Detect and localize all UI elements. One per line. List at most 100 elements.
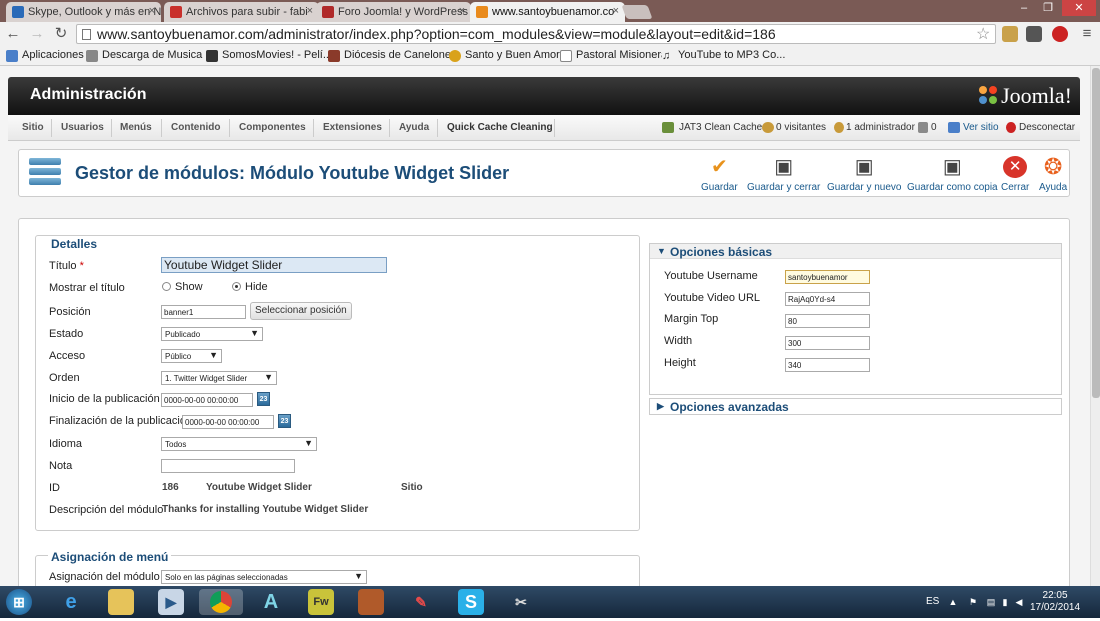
youtube-username-input[interactable]: santoybuenamor [785,270,870,284]
order-select[interactable]: 1. Twitter Widget Slider ▼ [161,371,277,385]
new-tab-button[interactable] [621,5,653,19]
calendar-icon[interactable]: 23 [278,414,291,428]
internet-explorer-icon[interactable]: e [58,589,84,615]
bookmark-star-icon[interactable]: ☆ [976,24,990,44]
save-close-button[interactable]: ▣ Guardar y cerrar [747,156,820,193]
close-button[interactable]: ✕ Cerrar [1001,156,1029,193]
menu-quick-cache-cleaning[interactable]: Quick Cache Cleaning [445,122,555,133]
vertical-scrollbar[interactable] [1090,66,1100,586]
maximize-icon[interactable]: ❐ [1036,0,1060,16]
help-button[interactable]: ❂ Ayuda [1039,156,1067,194]
clean-cache-link[interactable]: JAT3 Clean Cache [662,122,762,133]
messages-count[interactable]: 0 [918,122,937,133]
fireworks-icon[interactable]: Fw [308,589,334,615]
menu-icon[interactable]: ≡ [1078,25,1096,43]
apps-icon [6,50,18,62]
close-icon[interactable]: × [613,5,619,17]
calendar-icon[interactable]: 23 [257,392,270,406]
view-site-link[interactable]: Ver sitio [948,122,999,133]
width-input[interactable]: 300 [785,336,870,350]
save-button[interactable]: ✔ Guardar [701,156,738,193]
app-icon[interactable] [358,589,384,615]
bookmark-apps[interactable]: Aplicaciones [6,49,84,62]
module-assignment-select[interactable]: Solo en las páginas seleccionadas ▼ [161,570,367,584]
height-input[interactable]: 340 [785,358,870,372]
menu-componentes[interactable]: Componentes [237,122,308,133]
tab-santoybuenamor[interactable]: www.santoybuenamor.co × [470,2,625,22]
tab-forum[interactable]: Foro Joomla! y WordPress × [316,2,471,22]
flag-icon[interactable]: ⚑ [968,597,978,607]
forward-icon[interactable]: → [28,25,46,43]
width-label: Width [664,335,693,347]
youtube-video-url-input[interactable]: RajAq0Yd-s4 [785,292,870,306]
skype-icon[interactable]: S [458,589,484,615]
id-value: 186 [162,482,179,493]
show-title-show-radio[interactable]: Show [162,281,203,293]
menu-sitio[interactable]: Sitio [20,122,46,133]
page: Administración Joomla! Sitio Usuarios Me… [0,66,1100,615]
file-explorer-icon[interactable] [108,589,134,615]
signal-icon[interactable]: ▮ [1000,597,1010,607]
page-icon [560,50,572,62]
state-select[interactable]: Publicado ▼ [161,327,263,341]
bookmark-item[interactable]: ♫ YouTube to MP3 Co... [662,49,785,62]
close-icon[interactable]: × [459,5,465,17]
extension-icon[interactable] [1052,26,1068,42]
access-select[interactable]: Público ▼ [161,349,222,363]
margin-top-input[interactable]: 80 [785,314,870,328]
menu-contenido[interactable]: Contenido [169,122,222,133]
close-icon[interactable]: × [149,5,155,17]
language-indicator[interactable]: ES [926,596,939,607]
extension-icon[interactable] [1026,26,1042,42]
bookmark-item[interactable]: SomosMovies! - Pelí... [206,49,332,62]
system-clock[interactable]: 22:05 17/02/2014 [1030,590,1080,614]
close-icon[interactable]: × [307,5,313,17]
scrollbar-thumb[interactable] [1092,68,1100,398]
window-close-icon[interactable]: ✕ [1062,0,1096,16]
advanced-options-panel[interactable]: ▶ Opciones avanzadas [649,398,1062,415]
menu-usuarios[interactable]: Usuarios [59,122,106,133]
back-icon[interactable]: ← [4,25,22,43]
chrome-icon[interactable] [199,589,243,615]
url-input[interactable]: www.santoybuenamor.com/administrator/ind… [76,24,996,44]
volume-icon[interactable]: ◀ [1014,597,1024,607]
publish-up-input[interactable]: 0000-00-00 00:00:00 [161,393,253,407]
bookmark-item[interactable]: Pastoral Misionera [560,49,667,62]
save-new-icon: ▣ [854,156,874,178]
pen-tool-icon[interactable]: ✎ [408,589,434,615]
show-title-hide-radio[interactable]: Hide [232,281,268,293]
position-input[interactable]: banner1 [161,305,246,319]
save-copy-button[interactable]: ▣ Guardar como copia [907,156,998,193]
language-select[interactable]: Todos ▼ [161,437,317,451]
menu-ayuda[interactable]: Ayuda [397,122,431,133]
menu-extensiones[interactable]: Extensiones [321,122,384,133]
tab-gmail[interactable]: Archivos para subir - fabi × [164,2,319,22]
browser-tabstrip: Skype, Outlook y más en N × Archivos par… [0,0,1100,22]
logout-link[interactable]: Desconectar [1006,122,1075,133]
media-player-icon[interactable]: ▶ [158,589,184,615]
advanced-options-header[interactable]: ▶ Opciones avanzadas [650,399,1061,414]
tab-skype[interactable]: Skype, Outlook y más en N × [6,2,161,22]
save-new-button[interactable]: ▣ Guardar y nuevo [827,156,902,193]
title-input[interactable]: Youtube Widget Slider [161,257,387,273]
minimize-icon[interactable]: – [1012,0,1036,16]
publish-down-input[interactable]: 0000-00-00 00:00:00 [182,415,274,429]
arduino-icon[interactable]: A [258,589,284,615]
bookmark-icon [449,50,461,62]
basic-options-header[interactable]: ▼ Opciones básicas [650,244,1061,259]
tray-arrow-icon[interactable]: ▲ [948,597,958,607]
bookmark-item[interactable]: Descarga de Musica ... [86,49,215,62]
network-icon[interactable]: ▤ [986,597,996,607]
snipping-tool-icon[interactable]: ✂ [508,589,534,615]
select-position-button[interactable]: Seleccionar posición [250,302,352,320]
note-input[interactable] [161,459,295,473]
start-button[interactable]: ⊞ [6,589,32,615]
monitor-icon [948,122,960,133]
reload-icon[interactable]: ↻ [52,25,70,43]
extension-icon[interactable] [1002,26,1018,42]
bookmark-item[interactable]: Santo y Buen Amor [449,49,560,62]
module-type-value: Youtube Widget Slider [206,482,312,493]
cache-icon [662,122,674,133]
bookmark-item[interactable]: Diócesis de Canelones [328,49,457,62]
menu-menus[interactable]: Menús [118,122,154,133]
